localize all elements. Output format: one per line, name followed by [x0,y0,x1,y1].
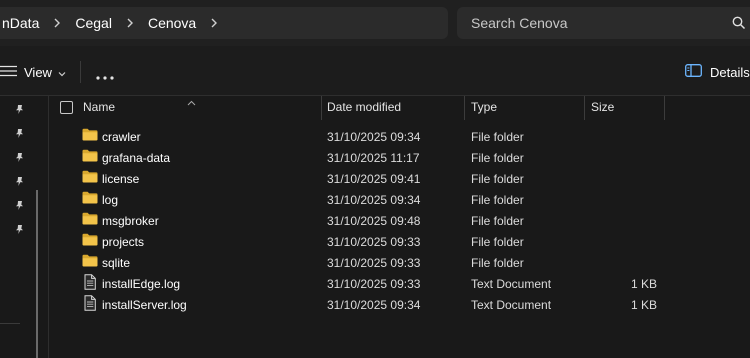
file-name: projects [102,235,145,249]
column-divider[interactable] [464,96,465,120]
file-date-modified: 31/10/2025 09:33 [327,256,421,270]
column-header-size[interactable]: Size [591,100,614,114]
breadcrumb-item-cegal[interactable]: Cegal [73,15,114,31]
pin-icon [14,126,25,144]
chevron-right-icon[interactable] [210,18,218,28]
column-header-date-modified[interactable]: Date modified [327,100,401,114]
column-header-name[interactable]: Name [83,100,115,114]
navigation-scrollbar[interactable] [36,190,38,358]
search-icon[interactable] [732,16,746,33]
file-name: installEdge.log [102,277,181,291]
text-document-icon [82,295,98,314]
file-type: Text Document [471,298,552,312]
list-item[interactable]: installServer.log 31/10/2025 09:34 Text … [49,294,750,315]
file-type: File folder [471,214,524,228]
folder-icon [82,170,98,186]
sort-ascending-icon [187,93,196,111]
file-name: sqlite [102,256,131,270]
file-list: crawler 31/10/2025 09:34 File folder gra… [49,126,750,315]
file-name: grafana-data [102,151,171,165]
file-date-modified: 31/10/2025 09:33 [327,277,421,291]
file-name: installServer.log [102,298,187,312]
folder-icon [82,233,98,249]
file-name: crawler [102,130,141,144]
column-divider[interactable] [584,96,585,120]
file-size: 1 KB [630,277,657,291]
file-date-modified: 31/10/2025 09:33 [327,235,421,249]
folder-icon [82,254,98,270]
folder-icon [82,212,98,228]
file-type: Text Document [471,277,552,291]
view-button-label: View [24,64,52,80]
navigation-divider [0,323,20,324]
list-item[interactable]: installEdge.log 31/10/2025 09:33 Text Do… [49,273,750,294]
pin-icon [14,102,25,120]
select-all-checkbox[interactable] [60,101,73,114]
chevron-right-icon[interactable] [126,18,134,28]
file-name: log [102,193,119,207]
details-pane-icon [685,64,702,80]
list-item[interactable]: crawler 31/10/2025 09:34 File folder [49,126,750,147]
file-date-modified: 31/10/2025 11:17 [327,151,420,165]
list-item[interactable]: license 31/10/2025 09:41 File folder [49,168,750,189]
view-button[interactable]: View [0,62,66,82]
details-button-label: Details [710,64,750,80]
file-name: msgbroker [102,214,159,228]
more-options-button[interactable] [95,68,115,86]
file-type: File folder [471,256,524,270]
file-date-modified: 31/10/2025 09:34 [327,298,421,312]
list-item[interactable]: log 31/10/2025 09:34 File folder [49,189,750,210]
chevron-down-icon [58,65,66,80]
file-name: license [102,172,140,186]
file-type: File folder [471,193,524,207]
file-type: File folder [471,151,524,165]
folder-icon [82,191,98,207]
address-bar: nData Cegal Cenova Search Cenova [0,0,750,46]
file-size: 1 KB [630,298,657,312]
search-placeholder: Search Cenova [471,15,568,31]
file-date-modified: 31/10/2025 09:41 [327,172,421,186]
pin-icon [14,198,25,216]
column-header-type[interactable]: Type [471,100,497,114]
pin-icon [14,150,25,168]
column-header: Name Date modified Type Size [49,93,750,120]
file-date-modified: 31/10/2025 09:34 [327,193,421,207]
breadcrumb-item-ndata[interactable]: nData [0,15,41,31]
list-item[interactable]: projects 31/10/2025 09:33 File folder [49,231,750,252]
details-pane-button[interactable]: Details [685,64,750,80]
text-document-icon [82,274,98,293]
breadcrumb[interactable]: nData Cegal Cenova [0,7,448,39]
file-date-modified: 31/10/2025 09:34 [327,130,421,144]
folder-icon [82,149,98,165]
pin-icon [14,222,25,240]
breadcrumb-item-cenova[interactable]: Cenova [146,15,198,31]
list-item[interactable]: sqlite 31/10/2025 09:33 File folder [49,252,750,273]
file-type: File folder [471,235,524,249]
chevron-right-icon[interactable] [53,18,61,28]
toolbar-divider [80,61,81,83]
file-date-modified: 31/10/2025 09:48 [327,214,421,228]
navigation-pane [0,96,49,358]
search-input[interactable]: Search Cenova [457,7,750,39]
list-item[interactable]: msgbroker 31/10/2025 09:48 File folder [49,210,750,231]
file-type: File folder [471,172,524,186]
folder-icon [82,128,98,144]
pin-icon [14,174,25,192]
view-list-icon [0,65,17,80]
file-type: File folder [471,130,524,144]
more-horizontal-icon [96,76,114,80]
column-divider[interactable] [321,96,322,120]
command-bar: View Details [0,46,750,96]
column-divider[interactable] [664,96,665,120]
list-item[interactable]: grafana-data 31/10/2025 11:17 File folde… [49,147,750,168]
